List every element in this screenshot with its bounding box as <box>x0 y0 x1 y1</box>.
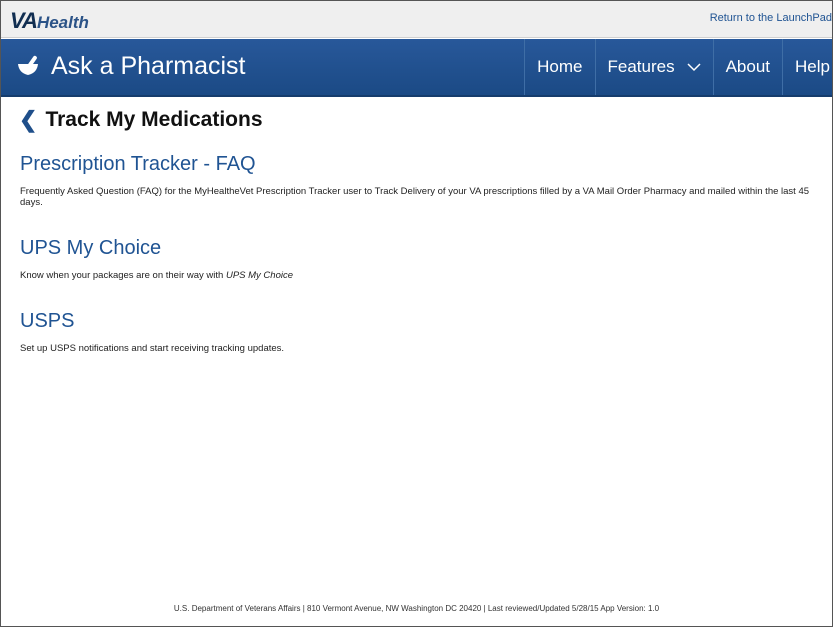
page-header: ❮ Track My Medications <box>19 107 263 133</box>
nav-features-label: Features <box>607 57 675 76</box>
nav-about[interactable]: About <box>712 39 782 95</box>
footer: U.S. Department of Veterans Affairs | 81… <box>173 604 660 613</box>
top-bar: VAHealth Return to the LaunchPad <box>1 1 832 38</box>
nav-links: Home Features About Help <box>524 39 832 95</box>
prescription-tracker-link[interactable]: Prescription Tracker - FAQ <box>20 153 820 176</box>
page-title: Track My Medications <box>45 108 263 131</box>
nav-help-label: Help <box>795 57 830 76</box>
ups-description-text: Know when your packages are on their way… <box>20 270 226 281</box>
logo-health-text: Health <box>36 13 89 32</box>
nav-bar: Ask a Pharmacist Home Features About Hel… <box>1 39 832 97</box>
mortar-pestle-icon <box>18 55 38 75</box>
nav-home[interactable]: Home <box>524 39 594 95</box>
nav-features[interactable]: Features <box>594 39 713 95</box>
nav-home-label: Home <box>537 57 583 76</box>
app-title[interactable]: Ask a Pharmacist <box>51 52 246 81</box>
va-health-logo[interactable]: VAHealth <box>10 8 89 34</box>
ups-my-choice-link[interactable]: UPS My Choice <box>20 237 820 260</box>
nav-about-label: About <box>725 57 771 76</box>
return-to-launchpad-link[interactable]: Return to the LaunchPad <box>710 12 832 24</box>
section-prescription-tracker: Prescription Tracker - FAQ Frequently As… <box>20 153 820 208</box>
chevron-left-icon[interactable]: ❮ <box>19 107 37 133</box>
chevron-down-icon <box>687 63 701 72</box>
usps-description: Set up USPS notifications and start rece… <box>20 343 285 354</box>
app-frame: VAHealth Return to the LaunchPad Ask a P… <box>0 0 833 627</box>
usps-link[interactable]: USPS <box>20 310 820 333</box>
prescription-tracker-description: Frequently Asked Question (FAQ) for the … <box>20 186 810 208</box>
ups-description-emphasis: UPS My Choice <box>225 270 294 281</box>
section-usps: USPS Set up USPS notifications and start… <box>20 310 820 354</box>
nav-help[interactable]: Help <box>782 39 832 95</box>
logo-va-text: VA <box>10 8 38 33</box>
ups-my-choice-description: Know when your packages are on their way… <box>20 270 820 281</box>
section-ups-my-choice: UPS My Choice Know when your packages ar… <box>20 237 820 281</box>
